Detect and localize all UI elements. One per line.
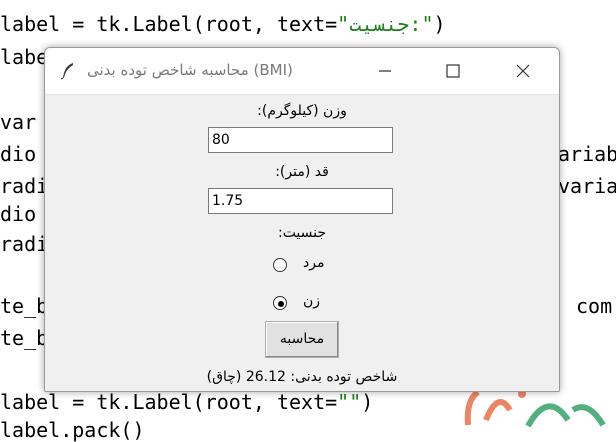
code-line-8: radi bbox=[0, 232, 49, 256]
weight-input[interactable]: 80 bbox=[208, 127, 393, 153]
bmi-window: محاسبه شاخص توده بدنی (BMI) :وزن (کیلوگر… bbox=[44, 47, 560, 392]
code-line-10: te_b bbox=[0, 294, 49, 318]
code-line-4: var bbox=[0, 110, 37, 134]
code-line-6: radi bbox=[0, 174, 49, 198]
code-line-1: label = tk.Label(root, text="جنسیت:") bbox=[0, 12, 446, 36]
title-bar[interactable]: محاسبه شاخص توده بدنی (BMI) bbox=[45, 48, 559, 95]
code-line-5: dio bbox=[0, 142, 37, 166]
weight-label: :وزن (کیلوگرم) bbox=[257, 103, 347, 119]
window-title: محاسبه شاخص توده بدنی (BMI) bbox=[87, 61, 293, 79]
form-content: :وزن (کیلوگرم) 80 :قد (متر) 1.75 :جنسیت … bbox=[45, 95, 559, 391]
code-line-14: label.pack() bbox=[0, 418, 145, 442]
feather-icon bbox=[60, 63, 73, 80]
gender-radio-female-label: زن bbox=[303, 293, 321, 309]
height-input[interactable]: 1.75 bbox=[208, 188, 393, 214]
code-line-11: te_b bbox=[0, 326, 49, 350]
maximize-icon[interactable] bbox=[439, 58, 467, 84]
gender-radio-male-label: مرد bbox=[303, 255, 325, 271]
radio-circle-icon[interactable] bbox=[273, 258, 287, 272]
calculate-button[interactable]: محاسبه bbox=[265, 321, 339, 358]
minimize-icon[interactable] bbox=[371, 58, 399, 84]
close-icon[interactable] bbox=[509, 58, 537, 84]
code-line-13: label = tk.Label(root, text="") bbox=[0, 390, 374, 414]
code-fragment-right-2: varia bbox=[558, 174, 616, 198]
height-label: :قد (متر) bbox=[275, 164, 329, 180]
gender-label: :جنسیت bbox=[277, 225, 327, 241]
radio-circle-selected-icon[interactable] bbox=[273, 296, 287, 310]
code-fragment-right-3: com bbox=[576, 294, 613, 318]
result-label: شاخص توده بدنی: 26.12 (چاق) bbox=[206, 369, 398, 385]
code-fragment-right-1: ariab bbox=[558, 142, 616, 166]
code-line-7: dio bbox=[0, 202, 37, 226]
